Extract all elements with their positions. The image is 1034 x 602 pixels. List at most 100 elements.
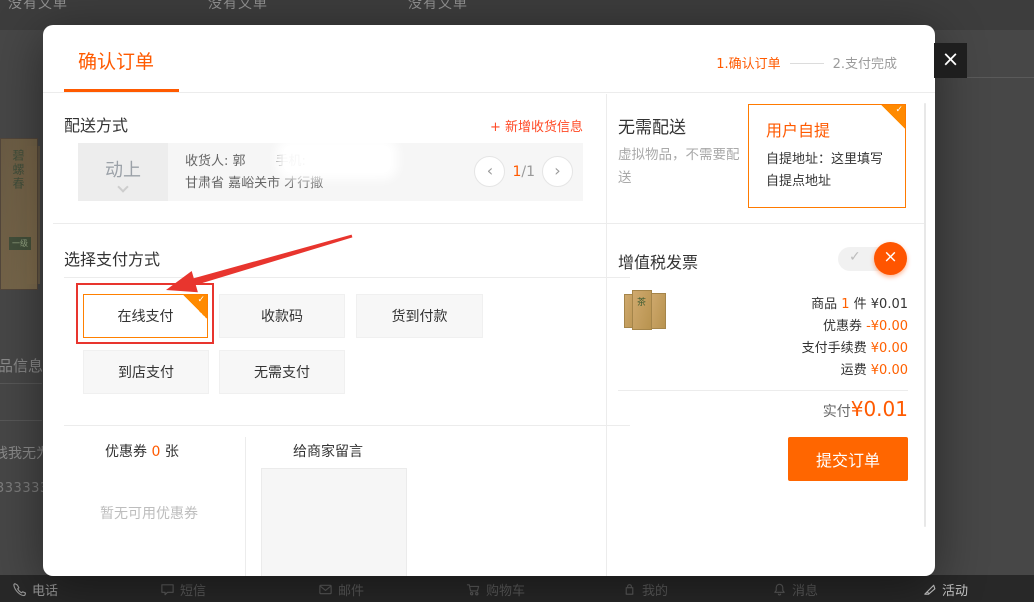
bag-icon: [622, 582, 637, 597]
payment-option-instore[interactable]: 到店支付: [83, 350, 209, 394]
total-value: ¥0.01: [851, 397, 908, 421]
coupon-value: -¥0.00: [866, 319, 908, 334]
submit-order-button[interactable]: 提交订单: [788, 437, 908, 481]
toolbar-item-cart[interactable]: 购物车: [466, 580, 525, 599]
cross-icon[interactable]: ×: [874, 242, 907, 275]
phone-icon: [12, 582, 27, 597]
address-pager: ‹ 1/1 ›: [474, 156, 573, 187]
payment-option-label: 在线支付: [118, 306, 174, 326]
modal-title: 确认订单: [78, 47, 154, 74]
check-icon: ✓: [895, 105, 903, 115]
bg-product-info-text: 品信息: [0, 355, 43, 376]
bg-divider: [0, 420, 42, 421]
step-connector: [790, 63, 824, 64]
carrier-label: 动上: [78, 156, 168, 182]
message-section-title: 给商家留言: [293, 441, 363, 461]
total-row: 实付¥0.01: [618, 397, 908, 421]
confirm-order-modal: 确认订单 1.确认订单 2.支付完成 配送方式 + 新增收货信息 动上 收货人: …: [43, 25, 935, 576]
checkout-page: 没有文单 没有文单 没有文单 碧螺春 一级 品信息 线我无为 333333333…: [0, 0, 1034, 602]
sms-icon: [160, 582, 175, 597]
selected-corner-badge: ✓: [183, 295, 207, 319]
toolbar-item-mine[interactable]: 我的: [622, 580, 668, 599]
check-icon: ✓: [849, 249, 861, 265]
item-total-row: 商品 1 件 ¥0.01: [618, 294, 908, 316]
bg-top-text: 没有文单: [208, 0, 268, 13]
coupon-section-title: 优惠券 0 张: [105, 441, 179, 461]
coupon-empty-text: 暂无可用优惠券: [100, 503, 198, 523]
coupon-label: 优惠券: [823, 319, 866, 334]
toolbar-item-label: 购物车: [486, 580, 525, 599]
activity-icon: [922, 582, 937, 597]
shipping-row: 运费 ¥0.00: [618, 360, 908, 382]
section-divider: [64, 277, 630, 278]
scrollbar[interactable]: [924, 103, 926, 527]
close-icon: ×: [942, 47, 960, 71]
item-price: 件 ¥0.01: [850, 297, 908, 312]
toolbar-item-activity[interactable]: 活动: [922, 580, 968, 599]
toolbar-item-phone[interactable]: 电话: [12, 580, 58, 599]
no-delivery-desc: 虚拟物品，不需要配送: [618, 144, 746, 190]
bg-top-text: 没有文单: [8, 0, 68, 13]
shipping-value: ¥0.00: [871, 363, 908, 378]
payment-option-cod[interactable]: 货到付款: [356, 294, 483, 338]
bg-divider: [0, 383, 42, 384]
bell-icon: [772, 582, 787, 597]
coupon-message-divider: [245, 437, 246, 576]
chevron-right-icon: ›: [554, 161, 560, 180]
address-card[interactable]: 动上 收货人: 郭手机: 甘肃省 嘉峪关市 才行撒 ‹ 1/1 ›: [78, 143, 583, 201]
invoice-section-title: 增值税发票: [618, 249, 698, 273]
delivery-section-title: 配送方式: [64, 112, 128, 136]
selected-corner-badge: ✓: [881, 105, 905, 129]
payment-option-nopay[interactable]: 无需支付: [219, 350, 345, 394]
phone-number-redaction: [283, 145, 391, 173]
toolbar-item-label: 活动: [942, 580, 968, 599]
fee-value: ¥0.00: [871, 341, 908, 356]
payment-option-label: 收款码: [261, 306, 303, 326]
toolbar-item-label: 邮件: [338, 580, 364, 599]
payment-option-label: 货到付款: [392, 306, 448, 326]
chevron-down-icon: [117, 181, 128, 192]
toolbar-item-sms[interactable]: 短信: [160, 580, 206, 599]
cart-icon: [466, 582, 481, 597]
pager-count: 1/1: [512, 164, 535, 180]
toolbar-item-label: 电话: [32, 580, 58, 599]
invoice-toggle[interactable]: ✓ ×: [838, 247, 904, 271]
pager-total: /1: [521, 164, 535, 180]
merchant-message-input[interactable]: [261, 468, 407, 576]
bg-divider: [967, 77, 1034, 78]
pickup-title: 用户自提: [766, 117, 830, 141]
item-count: 1: [841, 297, 849, 312]
payment-section-title: 选择支付方式: [64, 246, 160, 270]
summary-divider: [618, 390, 908, 391]
coupon-row: 优惠券 -¥0.00: [618, 316, 908, 338]
step-confirm-order: 1.确认订单: [716, 57, 780, 72]
bg-top-text: 没有文单: [408, 0, 468, 13]
coupon-title-text: 优惠券: [105, 444, 151, 460]
pickup-option-card[interactable]: 用户自提 自提地址：这里填写自提点地址 ✓: [748, 104, 906, 208]
fee-label: 支付手续费: [802, 341, 871, 356]
next-address-button[interactable]: ›: [542, 156, 573, 187]
close-button[interactable]: ×: [934, 43, 967, 78]
prev-address-button[interactable]: ‹: [474, 156, 505, 187]
toolbar-item-messages[interactable]: 消息: [772, 580, 818, 599]
section-divider: [64, 425, 630, 426]
carrier-segment[interactable]: 动上: [78, 143, 168, 201]
bottom-toolbar: 电话 短信 邮件 购物车 我的 消息 活动: [0, 575, 1034, 602]
toolbar-item-label: 消息: [792, 580, 818, 599]
add-address-link[interactable]: + 新增收货信息: [490, 116, 583, 135]
column-divider: [606, 94, 607, 576]
annotation-arrow: [150, 220, 400, 305]
check-icon: ✓: [197, 295, 205, 305]
payment-option-qrcode[interactable]: 收款码: [219, 294, 345, 338]
checkout-steps: 1.确认订单 2.支付完成: [716, 53, 897, 72]
price-breakdown: 商品 1 件 ¥0.01 优惠券 -¥0.00 支付手续费 ¥0.00 运费 ¥…: [618, 294, 908, 382]
payment-option-online[interactable]: 在线支付 ✓: [83, 294, 208, 338]
step-payment-complete: 2.支付完成: [833, 57, 897, 72]
toolbar-item-label: 短信: [180, 580, 206, 599]
coupon-title-suffix: 张: [160, 444, 178, 460]
item-label: 商品: [811, 297, 841, 312]
section-divider: [53, 223, 925, 224]
chevron-left-icon: ‹: [487, 161, 493, 180]
product-grade-badge: 一级: [9, 237, 31, 250]
toolbar-item-mail[interactable]: 邮件: [318, 580, 364, 599]
